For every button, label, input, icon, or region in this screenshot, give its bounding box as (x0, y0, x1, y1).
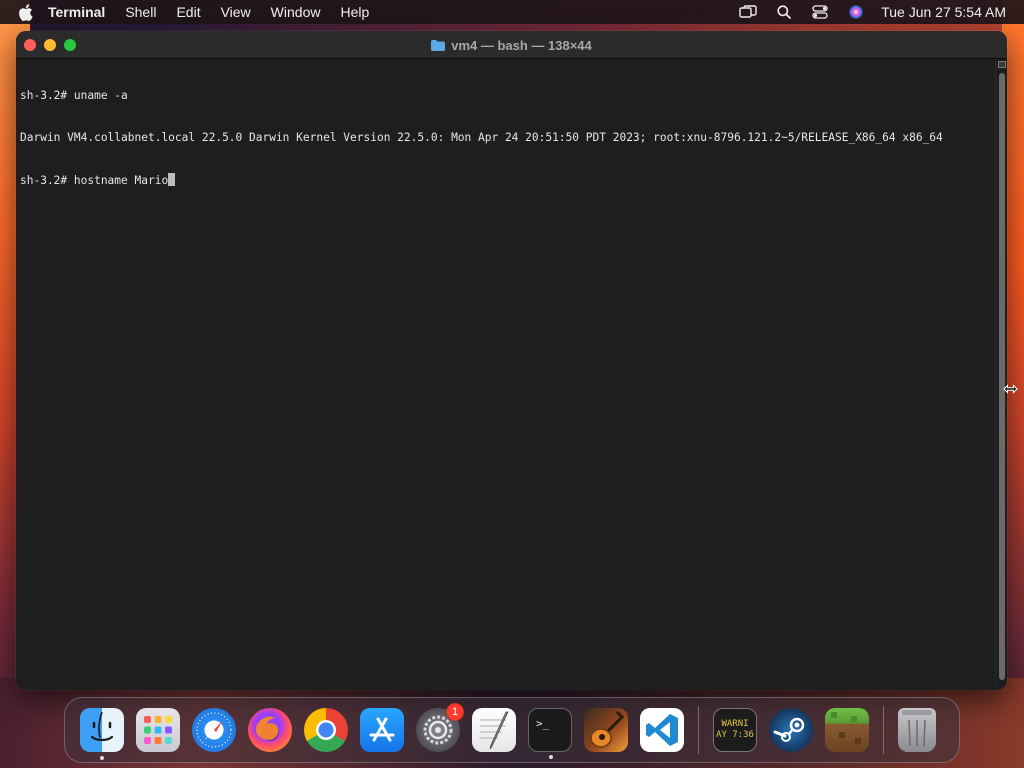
dock: 1 >_ WARNI AY 7:36 (64, 697, 960, 763)
steam-icon[interactable] (769, 708, 813, 752)
console-icon[interactable]: WARNI AY 7:36 (713, 708, 757, 752)
menu-edit[interactable]: Edit (176, 4, 200, 20)
menu-view[interactable]: View (221, 4, 251, 20)
scrollbar-thumb[interactable] (999, 73, 1005, 680)
terminal-running-dot (549, 755, 553, 759)
terminal-output[interactable]: sh-3.2# uname -a Darwin VM4.collabnet.lo… (16, 59, 995, 690)
window-title-text: vm4 — bash — 138×44 (451, 37, 592, 53)
launchpad-icon[interactable] (136, 708, 180, 752)
chrome-icon[interactable] (304, 708, 348, 752)
settings-badge: 1 (446, 703, 464, 721)
scroll-split-icon[interactable] (998, 61, 1006, 68)
firefox-icon[interactable] (248, 708, 292, 752)
terminal-line: sh-3.2# uname -a (20, 89, 128, 102)
terminal-window: vm4 — bash — 138×44 sh-3.2# uname -a Dar… (16, 31, 1007, 690)
menu-window[interactable]: Window (271, 4, 321, 20)
textedit-icon[interactable] (472, 708, 516, 752)
vertical-scrollbar[interactable] (995, 59, 1007, 690)
screen-mirroring-icon[interactable] (739, 4, 757, 20)
vscode-icon[interactable] (640, 708, 684, 752)
dock-separator (698, 706, 699, 754)
finder-running-dot (100, 756, 104, 760)
window-titlebar[interactable]: vm4 — bash — 138×44 (16, 31, 1007, 59)
terminal-icon[interactable]: >_ (528, 708, 572, 759)
text-cursor (168, 173, 176, 186)
appstore-icon[interactable] (360, 708, 404, 752)
menu-shell[interactable]: Shell (125, 4, 156, 20)
garageband-icon[interactable] (584, 708, 628, 752)
terminal-line-current: sh-3.2# hostname Mario (20, 173, 991, 187)
trash-icon[interactable] (898, 708, 936, 752)
minecraft-icon[interactable] (825, 708, 869, 752)
system-settings-icon[interactable]: 1 (416, 703, 464, 752)
apple-menu-icon[interactable] (18, 3, 34, 21)
terminal-line: Darwin VM4.collabnet.local 22.5.0 Darwin… (20, 131, 943, 144)
menu-bar: Terminal Shell Edit View Window Help Tue… (0, 0, 1024, 24)
terminal-prompt-glyph: >_ (536, 717, 550, 730)
finder-icon[interactable] (80, 708, 124, 760)
siri-icon[interactable] (847, 4, 865, 20)
spotlight-search-icon[interactable] (775, 4, 793, 20)
menu-help[interactable]: Help (340, 4, 369, 20)
folder-icon (431, 39, 446, 51)
safari-icon[interactable] (192, 708, 236, 752)
dock-separator (883, 706, 884, 754)
menu-clock[interactable]: Tue Jun 27 5:54 AM (881, 4, 1006, 20)
menu-app-name[interactable]: Terminal (48, 4, 105, 20)
window-title: vm4 — bash — 138×44 (16, 31, 1007, 59)
control-center-icon[interactable] (811, 4, 829, 20)
console-icon-text: WARNI AY 7:36 (716, 719, 754, 740)
resize-cursor-icon (1003, 384, 1018, 394)
terminal-current-text: sh-3.2# hostname Mario (20, 174, 169, 187)
